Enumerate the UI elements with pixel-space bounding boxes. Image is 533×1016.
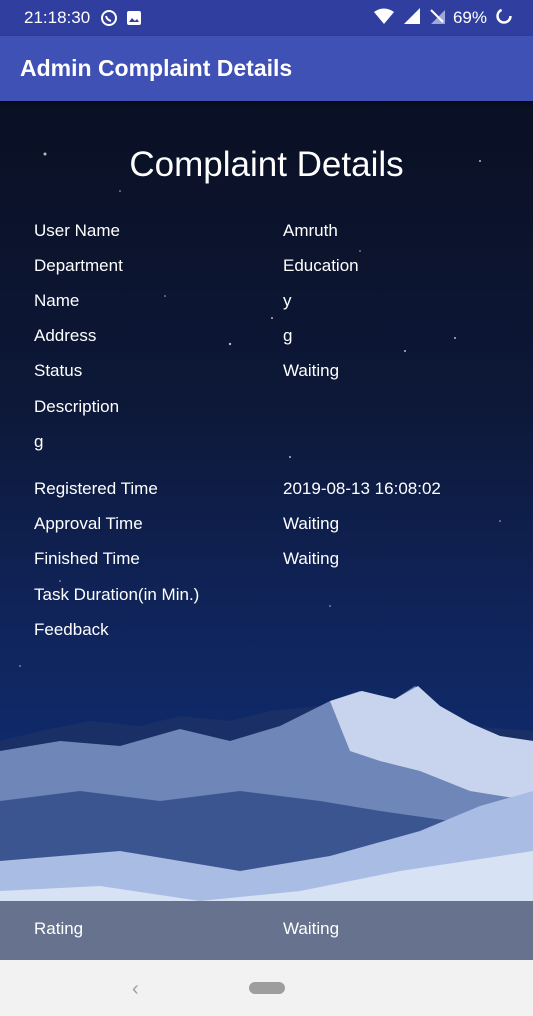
app-bar: Admin Complaint Details [0, 36, 533, 101]
description-value: g [34, 432, 44, 451]
status-value: Waiting [283, 361, 340, 380]
approval-time-value: Waiting [283, 514, 340, 533]
signal-icon [403, 7, 421, 29]
status-time: 21:18:30 [24, 8, 91, 27]
no-sim-icon [429, 8, 445, 29]
rating-label: Rating [34, 919, 84, 938]
image-icon [126, 10, 142, 26]
rating-value: Waiting [283, 919, 340, 938]
battery-percent: 69% [452, 8, 487, 27]
home-pill-button[interactable] [249, 982, 285, 994]
registered-time-value: 2019-08-13 16:08:02 [283, 479, 441, 498]
address-value: g [283, 326, 293, 345]
back-button[interactable]: ‹ [132, 978, 139, 1001]
status-bar: 21:18:30 69% [0, 0, 533, 36]
navigation-bar: ‹ [0, 960, 533, 1016]
task-duration-label: Task Duration(in Min.) [34, 585, 200, 604]
user-name-label: User Name [34, 221, 120, 240]
name-value: y [283, 291, 292, 310]
wifi-icon [373, 8, 395, 29]
battery-icon [495, 7, 513, 30]
address-label: Address [34, 326, 97, 345]
department-label: Department [34, 256, 123, 275]
department-value: Education [283, 256, 359, 275]
name-label: Name [34, 291, 80, 310]
description-label: Description [34, 397, 120, 416]
complaint-details-panel: Complaint Details User Name Amruth Depar… [0, 101, 533, 960]
finished-time-label: Finished Time [34, 549, 140, 568]
app-bar-title: Admin Complaint Details [20, 55, 293, 81]
feedback-label: Feedback [34, 620, 109, 639]
registered-time-label: Registered Time [34, 479, 158, 498]
status-label: Status [34, 361, 83, 380]
finished-time-value: Waiting [283, 549, 340, 568]
approval-time-label: Approval Time [34, 514, 143, 533]
complaint-details-heading: Complaint Details [129, 145, 404, 184]
user-name-value: Amruth [283, 221, 338, 240]
whatsapp-icon [100, 9, 118, 27]
